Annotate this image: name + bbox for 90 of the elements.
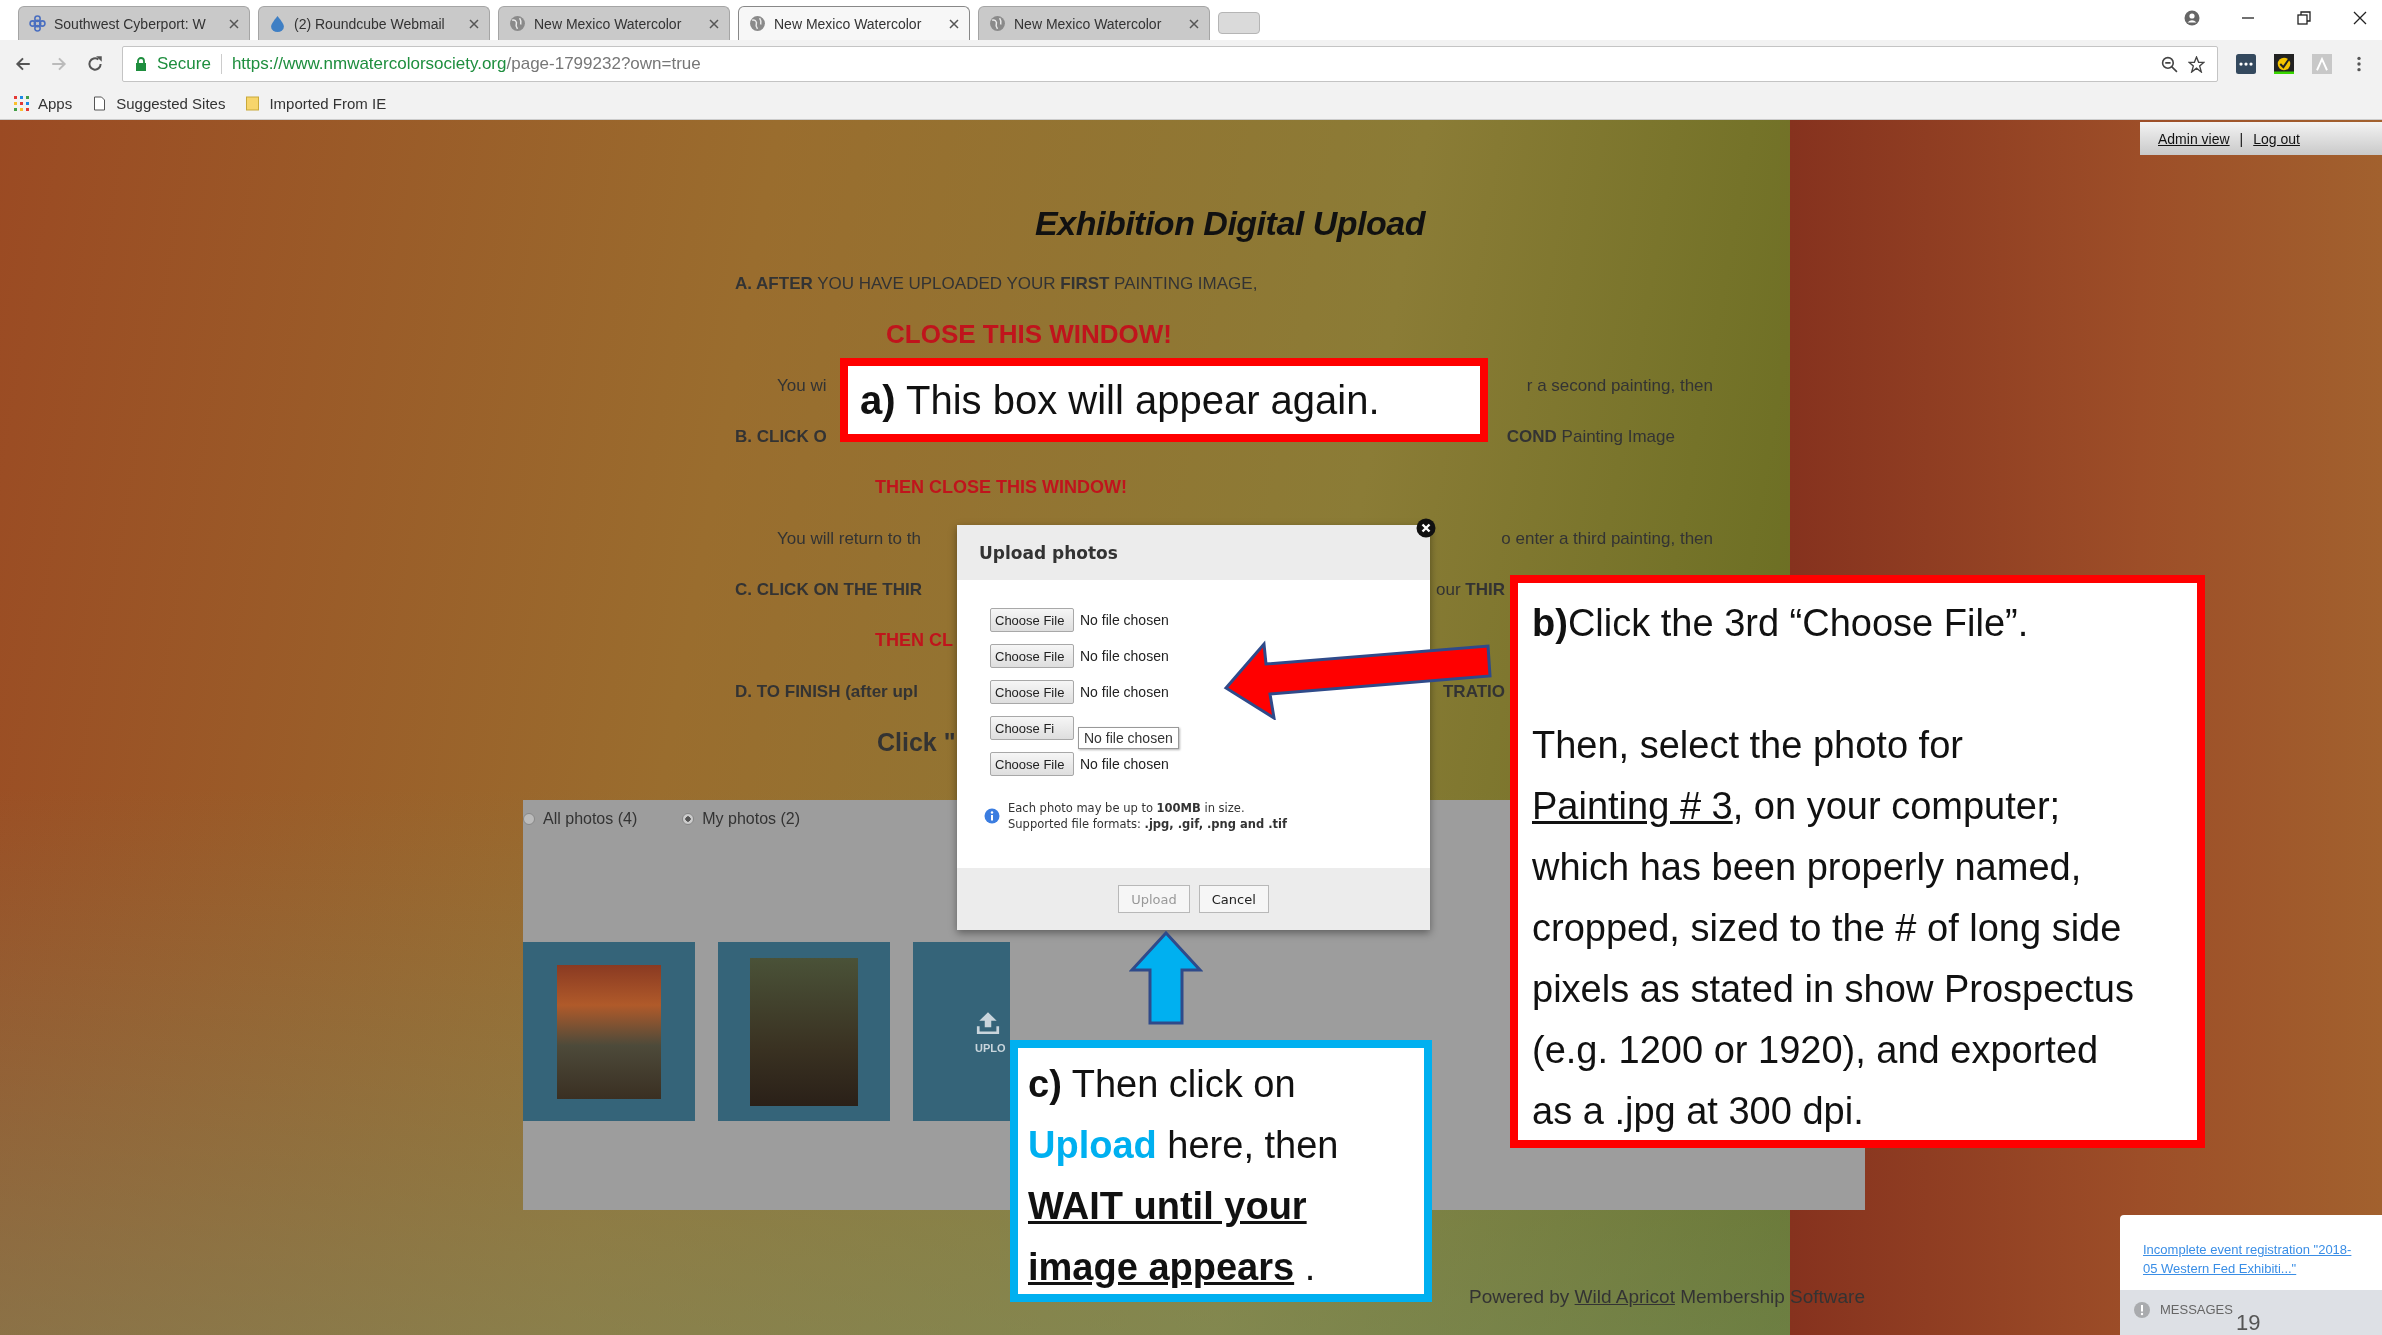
zoom-out-icon[interactable] [2161, 55, 2178, 73]
star-icon[interactable] [2188, 55, 2205, 73]
callout-text: Then, select the photo for Painting # 3, on your computer; which has been properly named, cropped, sized to the # of long side pixels as stated in show Prospectus (e.g. 1200 or 1920), and exported as a .jpg at 300 dpi. [1532, 723, 2135, 1134]
admin-link[interactable]: Log out [2253, 130, 2300, 147]
apps-grid-icon [14, 96, 29, 111]
dialog-button[interactable]: Cancel [1198, 885, 1269, 913]
instruction-text: A. AFTER YOU HAVE UPLOADED YOUR FIRST PAINTING IMAGE, [735, 273, 1258, 294]
choose-file-button[interactable]: Choose File [990, 644, 1074, 668]
instruction-text: CLOSE THIS WINDOW! [886, 319, 1172, 350]
choose-file-button[interactable]: Choose File [990, 608, 1074, 632]
tab-title: Southwest Cyberport: W [54, 15, 207, 32]
instruction-text: B. CLICK O [735, 426, 827, 447]
choose-file-button[interactable]: Choose File [990, 680, 1074, 704]
bookmark-label: Imported From IE [269, 95, 387, 112]
browser-tab[interactable]: New Mexico Watercolor [498, 6, 730, 40]
dialog-title: Upload photos [979, 542, 1118, 563]
bookmark-item[interactable]: Suggested Sites [92, 95, 226, 112]
tab-title: New Mexico Watercolor [534, 15, 683, 32]
bookmark-item[interactable]: Apps [14, 95, 73, 112]
tooltip: No file chosen [1078, 727, 1179, 749]
dots-icon[interactable] [2236, 54, 2256, 74]
instruction-text: r a second painting, then [1526, 375, 1713, 396]
browser-tab[interactable]: (2) Roundcube Webmail [258, 6, 490, 40]
info-text: Supported file formats: .jpg, .gif, .png and .tif [1008, 816, 1287, 832]
instruction-text: TRATIO [1443, 681, 1505, 702]
photo-filter-radio[interactable]: My photos (2) [682, 810, 801, 828]
bookmark-label: Apps [38, 95, 73, 112]
reload-icon[interactable] [86, 55, 104, 73]
photo-filter-radio[interactable]: All photos (4) [523, 810, 638, 828]
globe-icon [749, 15, 766, 32]
globe-icon [989, 15, 1006, 32]
admin-link[interactable]: Admin view [2158, 130, 2230, 147]
user-icon[interactable] [2184, 10, 2200, 26]
drop-icon [269, 15, 286, 32]
footer-text: Powered by Wild Apricot Membership Software [1469, 1286, 1865, 1307]
page-title: Exhibition Digital Upload [1034, 203, 1427, 244]
page-icon [92, 96, 108, 111]
info-icon [984, 808, 1000, 824]
link-separator: | [2239, 130, 2244, 147]
instruction-text: o enter a third painting, then [1501, 528, 1713, 549]
callout-text: b)Click the 3rd “Choose File”. [1532, 601, 2030, 646]
globe-icon [509, 15, 526, 32]
choose-file-button[interactable]: Choose File [990, 752, 1074, 776]
close-icon[interactable] [1416, 518, 1436, 538]
upload-tile[interactable]: UPLO [913, 942, 1010, 1121]
messages-label: MESSAGES [2160, 1302, 2233, 1317]
instruction-text: You wi [777, 375, 827, 396]
bookmark-label: Suggested Sites [116, 95, 226, 112]
instruction-text: THEN CL [875, 630, 953, 651]
callout-text: c) Then click on Upload here, then WAIT until your image appears . [1028, 1062, 1340, 1290]
instruction-text: THEN CLOSE THIS WINDOW! [875, 477, 1127, 498]
choose-file-button[interactable]: Choose Fi [990, 716, 1074, 740]
checkmark-icon[interactable] [2274, 54, 2294, 74]
browser-tab[interactable]: Southwest Cyberport: W [18, 6, 250, 40]
close-icon[interactable] [2352, 10, 2368, 26]
instruction-text: C. CLICK ON THE THIR [735, 579, 922, 600]
alert-icon [2134, 1302, 2150, 1318]
instruction-text: D. TO FINISH (after upl [735, 681, 918, 702]
close-icon[interactable] [949, 18, 959, 29]
back-icon[interactable] [14, 55, 32, 73]
flower-icon [29, 15, 46, 32]
info-text: Each photo may be up to 100MB in size. [1008, 800, 1246, 816]
callout-text: a) This box will appear again. [860, 377, 1380, 423]
file-status: No file chosen [1080, 648, 1169, 664]
photo-tile[interactable] [523, 942, 695, 1121]
upload-label: UPLO [975, 1041, 1006, 1054]
filter-label: My photos (2) [702, 810, 801, 828]
browser-tab[interactable]: New Mexico Watercolor [738, 6, 970, 40]
folder-icon [245, 96, 261, 111]
filter-label: All photos (4) [543, 810, 638, 828]
instruction-text: You will return to th [777, 528, 921, 549]
file-status: No file chosen [1080, 684, 1169, 700]
registration-link[interactable]: Incomplete event registration "2018-05 Western Fed Exhibiti..." [2143, 1240, 2363, 1278]
photo-tile[interactable] [718, 942, 890, 1121]
tab-title: New Mexico Watercolor [1014, 15, 1163, 32]
file-status: No file chosen [1080, 612, 1169, 628]
lock-icon [135, 57, 147, 71]
instruction-text: Click " [877, 728, 956, 757]
instruction-text: our THIR [1436, 579, 1505, 600]
bookmark-item[interactable]: Imported From IE [245, 95, 387, 112]
tab-title: New Mexico Watercolor [774, 15, 923, 32]
browser-tab[interactable]: New Mexico Watercolor [978, 6, 1210, 40]
url-text: https://www.nmwatercolorsociety.org/page-1799232?own=true [231, 54, 701, 74]
message-count: 19 [2236, 1312, 2261, 1334]
restore-icon[interactable] [2296, 10, 2312, 26]
address-bar[interactable]: Secure https://www.nmwatercolorsociety.org/page-1799232?own=true [122, 46, 2218, 82]
file-status: No file chosen [1080, 756, 1169, 772]
secure-label: Secure [157, 54, 211, 74]
instruction-text: COND Painting Image [1506, 426, 1675, 447]
tab-title: (2) Roundcube Webmail [294, 15, 446, 32]
